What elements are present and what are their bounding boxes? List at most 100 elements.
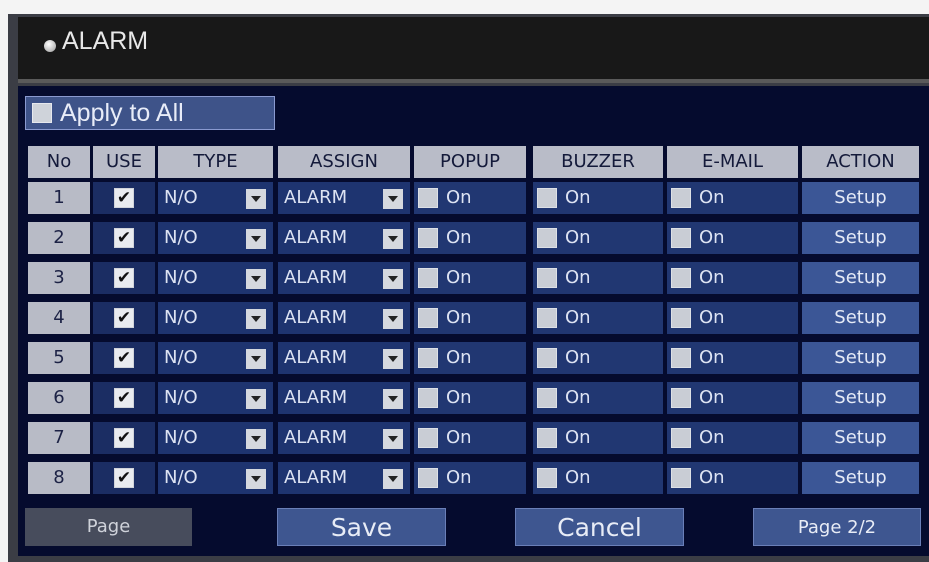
save-button[interactable]: Save xyxy=(277,508,446,546)
email-toggle[interactable]: On xyxy=(667,302,798,334)
setup-button[interactable]: Setup xyxy=(802,422,919,454)
popup-checkbox[interactable] xyxy=(418,468,438,488)
cancel-button[interactable]: Cancel xyxy=(515,508,684,546)
email-toggle[interactable]: On xyxy=(667,382,798,414)
assign-dropdown[interactable]: ALARM xyxy=(278,182,410,214)
dropdown-arrow-icon[interactable] xyxy=(246,269,266,289)
dropdown-arrow-icon[interactable] xyxy=(383,429,403,449)
email-checkbox[interactable] xyxy=(671,348,691,368)
type-dropdown[interactable]: N/O xyxy=(158,222,273,254)
email-toggle[interactable]: On xyxy=(667,262,798,294)
dropdown-arrow-icon[interactable] xyxy=(383,189,403,209)
popup-toggle[interactable]: On xyxy=(414,342,526,374)
page-indicator-button[interactable]: Page 2/2 xyxy=(753,508,921,546)
popup-toggle[interactable]: On xyxy=(414,382,526,414)
email-toggle[interactable]: On xyxy=(667,182,798,214)
page-button[interactable]: Page xyxy=(25,508,192,546)
use-checkbox[interactable]: ✔ xyxy=(114,308,134,328)
use-checkbox[interactable]: ✔ xyxy=(114,188,134,208)
email-checkbox[interactable] xyxy=(671,428,691,448)
email-checkbox[interactable] xyxy=(671,388,691,408)
email-checkbox[interactable] xyxy=(671,188,691,208)
buzzer-toggle[interactable]: On xyxy=(533,182,663,214)
setup-button[interactable]: Setup xyxy=(802,222,919,254)
popup-toggle[interactable]: On xyxy=(414,302,526,334)
type-dropdown[interactable]: N/O xyxy=(158,382,273,414)
email-checkbox[interactable] xyxy=(671,468,691,488)
dropdown-arrow-icon[interactable] xyxy=(246,429,266,449)
email-toggle[interactable]: On xyxy=(667,342,798,374)
buzzer-checkbox[interactable] xyxy=(537,188,557,208)
setup-button[interactable]: Setup xyxy=(802,182,919,214)
setup-button[interactable]: Setup xyxy=(802,302,919,334)
use-checkbox[interactable]: ✔ xyxy=(114,348,134,368)
buzzer-checkbox[interactable] xyxy=(537,268,557,288)
use-checkbox[interactable]: ✔ xyxy=(114,268,134,288)
dropdown-arrow-icon[interactable] xyxy=(383,229,403,249)
assign-dropdown[interactable]: ALARM xyxy=(278,462,410,494)
type-dropdown[interactable]: N/O xyxy=(158,262,273,294)
email-checkbox[interactable] xyxy=(671,308,691,328)
buzzer-checkbox[interactable] xyxy=(537,348,557,368)
dropdown-arrow-icon[interactable] xyxy=(383,389,403,409)
popup-checkbox[interactable] xyxy=(418,188,438,208)
email-checkbox[interactable] xyxy=(671,268,691,288)
popup-checkbox[interactable] xyxy=(418,388,438,408)
buzzer-toggle[interactable]: On xyxy=(533,382,663,414)
dropdown-arrow-icon[interactable] xyxy=(246,389,266,409)
popup-checkbox[interactable] xyxy=(418,428,438,448)
email-toggle[interactable]: On xyxy=(667,422,798,454)
buzzer-checkbox[interactable] xyxy=(537,308,557,328)
type-dropdown[interactable]: N/O xyxy=(158,422,273,454)
setup-button[interactable]: Setup xyxy=(802,262,919,294)
assign-dropdown[interactable]: ALARM xyxy=(278,302,410,334)
assign-dropdown[interactable]: ALARM xyxy=(278,222,410,254)
assign-dropdown[interactable]: ALARM xyxy=(278,382,410,414)
popup-toggle[interactable]: On xyxy=(414,422,526,454)
buzzer-toggle[interactable]: On xyxy=(533,422,663,454)
setup-button[interactable]: Setup xyxy=(802,382,919,414)
type-dropdown[interactable]: N/O xyxy=(158,182,273,214)
buzzer-toggle[interactable]: On xyxy=(533,222,663,254)
apply-to-all-checkbox-box[interactable] xyxy=(32,103,52,123)
assign-dropdown[interactable]: ALARM xyxy=(278,422,410,454)
dropdown-arrow-icon[interactable] xyxy=(246,469,266,489)
buzzer-toggle[interactable]: On xyxy=(533,262,663,294)
apply-to-all-checkbox[interactable]: Apply to All xyxy=(25,96,275,130)
popup-checkbox[interactable] xyxy=(418,268,438,288)
popup-checkbox[interactable] xyxy=(418,348,438,368)
buzzer-checkbox[interactable] xyxy=(537,388,557,408)
dropdown-arrow-icon[interactable] xyxy=(383,469,403,489)
type-dropdown[interactable]: N/O xyxy=(158,342,273,374)
email-toggle[interactable]: On xyxy=(667,462,798,494)
dropdown-arrow-icon[interactable] xyxy=(246,309,266,329)
popup-toggle[interactable]: On xyxy=(414,262,526,294)
buzzer-checkbox[interactable] xyxy=(537,468,557,488)
email-toggle[interactable]: On xyxy=(667,222,798,254)
assign-dropdown[interactable]: ALARM xyxy=(278,342,410,374)
setup-button[interactable]: Setup xyxy=(802,462,919,494)
buzzer-checkbox[interactable] xyxy=(537,428,557,448)
type-dropdown[interactable]: N/O xyxy=(158,302,273,334)
buzzer-toggle[interactable]: On xyxy=(533,342,663,374)
popup-toggle[interactable]: On xyxy=(414,462,526,494)
dropdown-arrow-icon[interactable] xyxy=(246,229,266,249)
use-checkbox[interactable]: ✔ xyxy=(114,228,134,248)
buzzer-toggle[interactable]: On xyxy=(533,462,663,494)
popup-toggle[interactable]: On xyxy=(414,182,526,214)
email-checkbox[interactable] xyxy=(671,228,691,248)
dropdown-arrow-icon[interactable] xyxy=(383,349,403,369)
popup-checkbox[interactable] xyxy=(418,228,438,248)
buzzer-toggle[interactable]: On xyxy=(533,302,663,334)
setup-button[interactable]: Setup xyxy=(802,342,919,374)
dropdown-arrow-icon[interactable] xyxy=(383,309,403,329)
dropdown-arrow-icon[interactable] xyxy=(246,189,266,209)
buzzer-checkbox[interactable] xyxy=(537,228,557,248)
popup-checkbox[interactable] xyxy=(418,308,438,328)
dropdown-arrow-icon[interactable] xyxy=(383,269,403,289)
use-checkbox[interactable]: ✔ xyxy=(114,388,134,408)
assign-dropdown[interactable]: ALARM xyxy=(278,262,410,294)
type-dropdown[interactable]: N/O xyxy=(158,462,273,494)
use-checkbox[interactable]: ✔ xyxy=(114,468,134,488)
dropdown-arrow-icon[interactable] xyxy=(246,349,266,369)
